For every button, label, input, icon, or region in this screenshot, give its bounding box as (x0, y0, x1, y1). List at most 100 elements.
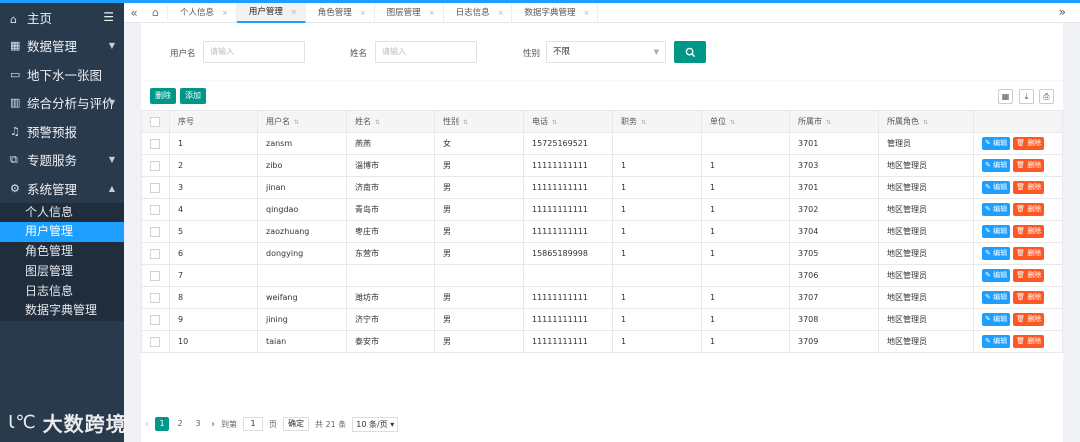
edit-button[interactable]: ✎ 编辑 (982, 203, 1011, 216)
close-icon[interactable]: × (429, 3, 435, 23)
close-icon[interactable]: × (222, 3, 228, 23)
delete-button[interactable]: 🗑 删除 (1013, 247, 1045, 260)
sidebar-item-2[interactable]: ▥ 综合分析与评价 ▼ (0, 89, 124, 118)
delete-button[interactable]: 🗑 删除 (1013, 159, 1045, 172)
sidebar-item-1[interactable]: ▭ 地下水一张图 (0, 60, 124, 89)
table-cell: 11111111111 (523, 198, 613, 221)
sidebar-item-5[interactable]: ⚙ 系统管理 ▲ (0, 174, 124, 203)
edit-button[interactable]: ✎ 编辑 (982, 225, 1011, 238)
delete-button[interactable]: 🗑 删除 (1013, 269, 1045, 282)
column-header[interactable]: 电话 ⇅ (523, 110, 613, 133)
column-header[interactable]: 所属市 ⇅ (789, 110, 879, 133)
sidebar-subitem-2[interactable]: 角色管理 (0, 242, 124, 262)
row-checkbox[interactable] (150, 160, 160, 171)
column-header[interactable]: 性别 ⇅ (434, 110, 524, 133)
delete-button[interactable]: 🗑 删除 (1013, 313, 1045, 326)
column-header[interactable]: 职务 ⇅ (612, 110, 702, 133)
sidebar-subitem-5[interactable]: 数据字典管理 (0, 301, 124, 321)
sidebar-item-home[interactable]: ⌂ 主页 ☰ (0, 3, 124, 32)
edit-button[interactable]: ✎ 编辑 (982, 291, 1011, 304)
row-checkbox[interactable] (150, 314, 160, 325)
sort-icon[interactable]: ⇅ (375, 119, 380, 126)
column-header[interactable]: 姓名 ⇅ (346, 110, 435, 133)
sidebar-item-3[interactable]: ♫ 预警预报 (0, 117, 124, 146)
sidebar-item-4[interactable]: ⧉ 专题服务 ▼ (0, 146, 124, 175)
column-header[interactable]: 单位 ⇅ (701, 110, 790, 133)
tab-0[interactable]: 个人信息 × (168, 2, 237, 23)
select-all-checkbox[interactable] (150, 116, 160, 127)
tab-scroll-right-icon[interactable]: » (1059, 5, 1066, 19)
sort-icon[interactable]: ⇅ (641, 119, 646, 126)
close-icon[interactable]: × (498, 3, 504, 23)
print-icon[interactable]: ⎙ (1039, 89, 1054, 104)
row-checkbox[interactable] (150, 270, 160, 281)
delete-button[interactable]: 🗑 删除 (1013, 335, 1045, 348)
watermark-text: 大数跨境 (42, 412, 127, 436)
sidebar-subitem-3[interactable]: 图层管理 (0, 262, 124, 282)
column-header[interactable]: 所属角色 ⇅ (878, 110, 974, 133)
sidebar-item-0[interactable]: ▦ 数据管理 ▼ (0, 32, 124, 61)
close-icon[interactable]: × (583, 3, 589, 23)
tab-4[interactable]: 日志信息 × (444, 2, 513, 23)
edit-button[interactable]: ✎ 编辑 (982, 137, 1011, 150)
delete-button[interactable]: 🗑 删除 (1013, 291, 1045, 304)
row-checkbox[interactable] (150, 138, 160, 149)
sidebar-subitem-1[interactable]: 用户管理 (0, 222, 124, 243)
tab-3[interactable]: 图层管理 × (375, 2, 444, 23)
sort-icon[interactable]: ⇅ (294, 119, 299, 126)
pager-prev-icon[interactable]: ‹ (145, 419, 149, 430)
tab-5[interactable]: 数据字典管理 × (512, 2, 599, 23)
tab-scroll-left-icon[interactable]: « (124, 6, 144, 20)
edit-button[interactable]: ✎ 编辑 (982, 159, 1011, 172)
add-user-button[interactable]: 添加 (180, 88, 206, 104)
username-input[interactable]: 请输入 (203, 41, 305, 63)
pager-page-3[interactable]: 3 (191, 417, 205, 431)
close-icon[interactable]: × (291, 2, 297, 22)
edit-button[interactable]: ✎ 编辑 (982, 335, 1011, 348)
row-checkbox[interactable] (150, 226, 160, 237)
row-checkbox[interactable] (150, 336, 160, 347)
tab-label: 图层管理 (386, 7, 421, 18)
row-checkbox[interactable] (150, 204, 160, 215)
delete-button[interactable]: 🗑 删除 (1013, 137, 1045, 150)
table-cell: zaozhuang (257, 220, 347, 243)
sort-icon[interactable]: ⇅ (463, 119, 468, 126)
column-header[interactable]: 用户名 ⇅ (257, 110, 347, 133)
pager-size-select[interactable]: 10 条/页 ▾ (352, 416, 399, 432)
edit-button[interactable]: ✎ 编辑 (982, 247, 1011, 260)
pager-goto-input[interactable]: 1 (243, 417, 263, 431)
delete-button[interactable]: 🗑 删除 (1013, 203, 1045, 216)
tab-label: 个人信息 (180, 7, 215, 18)
search-button[interactable] (674, 41, 706, 63)
columns-filter-icon[interactable]: ▦ (998, 89, 1013, 104)
tab-home-icon[interactable]: ⌂ (144, 6, 168, 19)
edit-button[interactable]: ✎ 编辑 (982, 269, 1011, 282)
edit-button[interactable]: ✎ 编辑 (982, 313, 1011, 326)
row-checkbox[interactable] (150, 248, 160, 259)
tab-2[interactable]: 角色管理 × (306, 2, 375, 23)
sort-icon[interactable]: ⇅ (826, 119, 831, 126)
delete-button[interactable]: 🗑 删除 (1013, 225, 1045, 238)
sort-icon[interactable]: ⇅ (730, 119, 735, 126)
row-checkbox[interactable] (150, 292, 160, 303)
batch-delete-button[interactable]: 删除 (150, 88, 176, 104)
sort-icon[interactable]: ⇅ (552, 119, 557, 126)
sort-icon[interactable]: ⇅ (923, 119, 928, 126)
pager-confirm-button[interactable]: 确定 (283, 417, 309, 431)
pager-page-1[interactable]: 1 (155, 417, 169, 431)
tab-1[interactable]: 用户管理 × (236, 2, 306, 23)
sidebar-subitem-0[interactable]: 个人信息 (0, 203, 124, 223)
gender-select[interactable]: 不限 ▼ (546, 41, 666, 63)
delete-button[interactable]: 🗑 删除 (1013, 181, 1045, 194)
delete-label: 删除 (1027, 293, 1042, 301)
pager-total: 共 21 条 (315, 419, 347, 429)
name-input[interactable]: 请输入 (375, 41, 477, 63)
pager-page-2[interactable]: 2 (173, 417, 187, 431)
edit-button[interactable]: ✎ 编辑 (982, 181, 1011, 194)
sidebar-subitem-4[interactable]: 日志信息 (0, 282, 124, 302)
menu-collapse-icon[interactable]: ☰ (103, 10, 114, 24)
export-icon[interactable]: ⤓ (1019, 89, 1034, 104)
pager-next-icon[interactable]: › (211, 419, 215, 430)
close-icon[interactable]: × (360, 3, 366, 23)
row-checkbox[interactable] (150, 182, 160, 193)
